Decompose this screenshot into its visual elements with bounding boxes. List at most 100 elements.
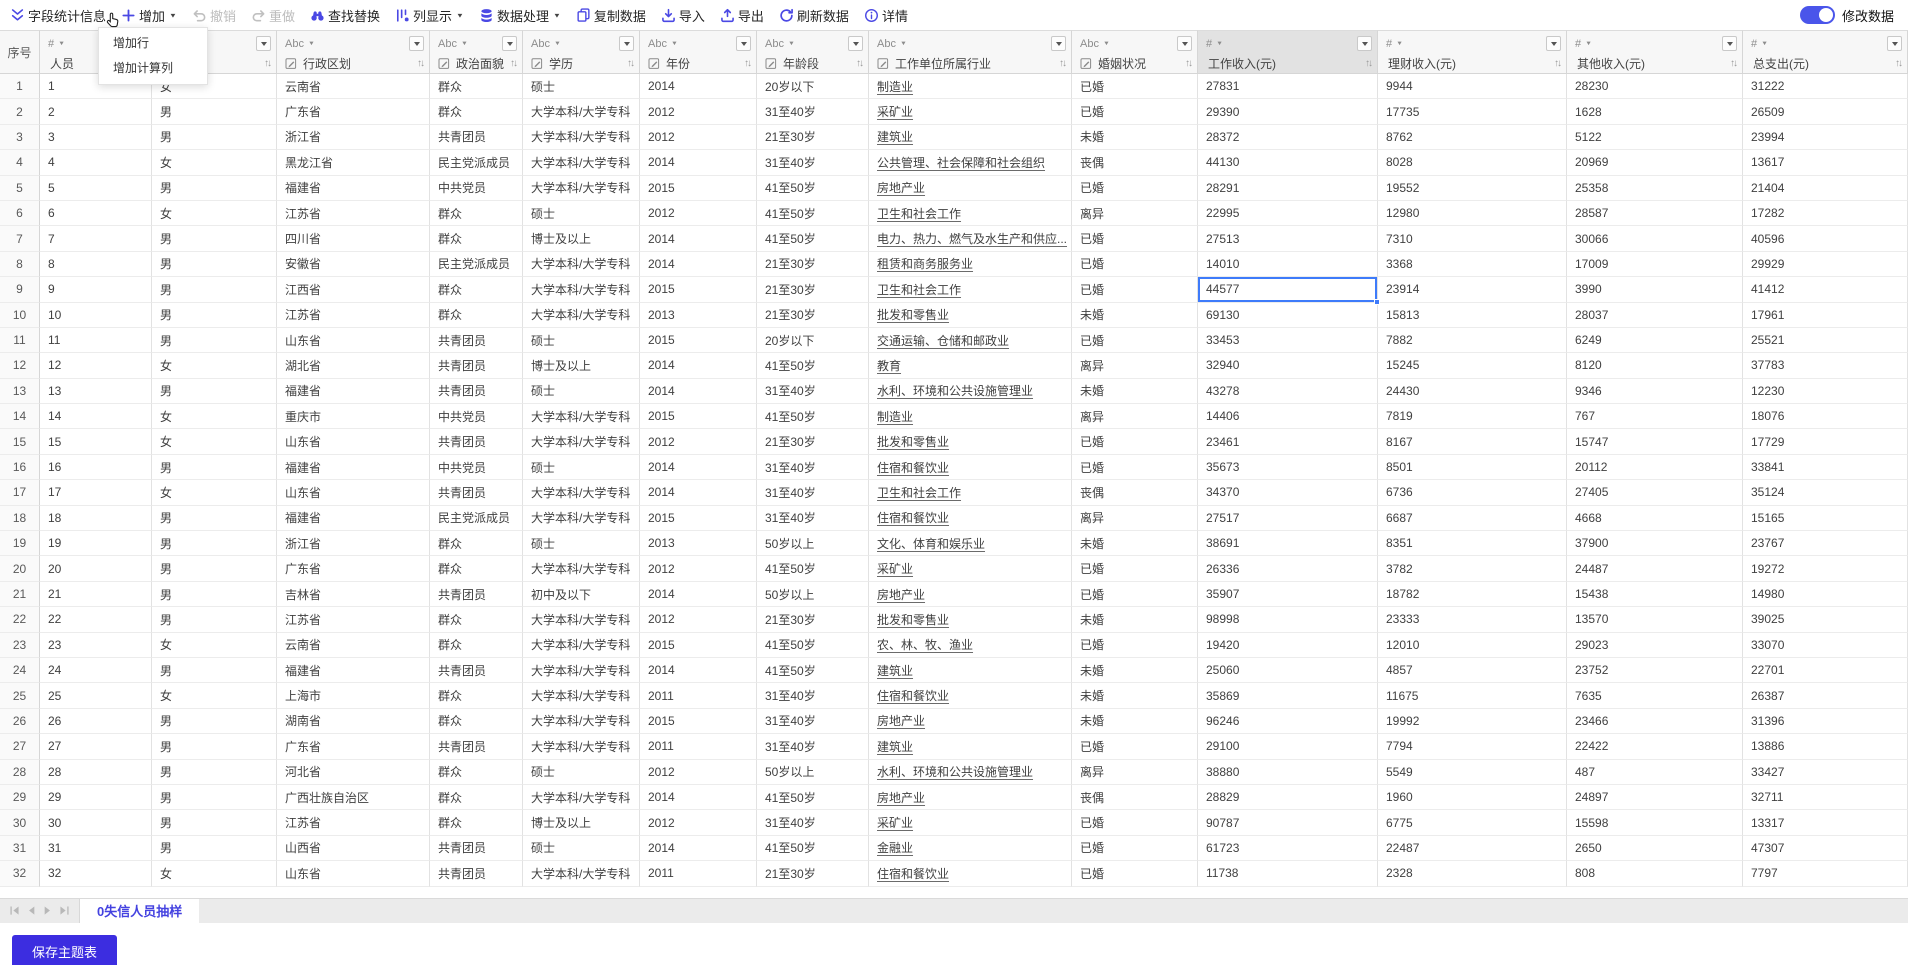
cell[interactable]: 硕士: [523, 74, 640, 100]
cell[interactable]: 浙江省: [277, 124, 430, 151]
cell[interactable]: 21至30岁: [757, 429, 869, 455]
cell[interactable]: 38880: [1198, 759, 1378, 785]
cell[interactable]: 共青团员: [430, 124, 523, 151]
row-number[interactable]: 5: [0, 175, 40, 201]
cell[interactable]: 41412: [1743, 277, 1908, 303]
cell[interactable]: 大学本科/大学专科: [523, 429, 640, 455]
cell[interactable]: 民主党派成员: [430, 251, 523, 278]
cell[interactable]: 山东省: [277, 480, 430, 506]
toolbar-item-copy-data[interactable]: 复制数据: [576, 6, 646, 25]
cell[interactable]: 35124: [1743, 480, 1908, 506]
cell[interactable]: 13617: [1743, 150, 1908, 176]
cell[interactable]: 2011: [640, 861, 757, 887]
row-number[interactable]: 28: [0, 759, 40, 785]
cell[interactable]: 云南省: [277, 632, 430, 658]
cell[interactable]: 2011: [640, 683, 757, 709]
cell[interactable]: 41至50岁: [757, 835, 869, 862]
cell[interactable]: 13570: [1567, 607, 1743, 633]
cell[interactable]: 31至40岁: [757, 150, 869, 176]
cell[interactable]: 38691: [1198, 531, 1378, 557]
cell[interactable]: 7794: [1378, 734, 1567, 760]
cell[interactable]: 14406: [1198, 404, 1378, 430]
cell[interactable]: 大学本科/大学专科: [523, 404, 640, 430]
column-header-工作单位所属行业[interactable]: Abc ▼ 工作单位所属行业 ↑↓: [869, 30, 1072, 74]
cell[interactable]: 河北省: [277, 759, 430, 785]
row-number[interactable]: 30: [0, 810, 40, 836]
cell[interactable]: 男: [152, 454, 277, 481]
cell[interactable]: 住宿和餐饮业: [869, 505, 1072, 532]
cell[interactable]: 2012: [640, 124, 757, 151]
cell[interactable]: 25060: [1198, 657, 1378, 684]
row-number[interactable]: 32: [0, 861, 40, 887]
column-header-总支出(元)[interactable]: # ▼ 总支出(元) ↑↓: [1743, 30, 1908, 74]
row-number[interactable]: 15: [0, 429, 40, 455]
cell[interactable]: 22487: [1378, 835, 1567, 862]
cell[interactable]: 19552: [1378, 175, 1567, 201]
cell[interactable]: 共青团员: [430, 657, 523, 684]
cell[interactable]: 公共管理、社会保障和社会组织: [869, 150, 1072, 176]
cell[interactable]: 6775: [1378, 810, 1567, 836]
cell[interactable]: 男: [152, 251, 277, 278]
cell[interactable]: 广西壮族自治区: [277, 784, 430, 811]
cell[interactable]: 15813: [1378, 302, 1567, 328]
cell[interactable]: 22995: [1198, 200, 1378, 227]
cell[interactable]: 25521: [1743, 327, 1908, 354]
cell[interactable]: 3: [40, 124, 152, 151]
row-number[interactable]: 12: [0, 353, 40, 379]
column-menu-button[interactable]: [1887, 36, 1902, 51]
cell[interactable]: 41至50岁: [757, 404, 869, 430]
cell[interactable]: 98998: [1198, 607, 1378, 633]
column-menu-button[interactable]: [1722, 36, 1737, 51]
cell[interactable]: 2014: [640, 454, 757, 481]
cell[interactable]: 硕士: [523, 327, 640, 354]
cell[interactable]: 共青团员: [430, 429, 523, 455]
cell[interactable]: 已婚: [1072, 251, 1198, 278]
cell[interactable]: 未婚: [1072, 531, 1198, 557]
cell[interactable]: 5549: [1378, 759, 1567, 785]
cell[interactable]: 共青团员: [430, 734, 523, 760]
column-header-年龄段[interactable]: Abc ▼ 年龄段 ↑↓: [757, 30, 869, 74]
cell[interactable]: 已婚: [1072, 632, 1198, 658]
cell[interactable]: 卫生和社会工作: [869, 200, 1072, 227]
cell[interactable]: 19: [40, 531, 152, 557]
cell[interactable]: 26509: [1743, 99, 1908, 125]
cell[interactable]: 20112: [1567, 454, 1743, 481]
cell[interactable]: 住宿和餐饮业: [869, 683, 1072, 709]
row-number[interactable]: 8: [0, 251, 40, 278]
cell[interactable]: 男: [152, 759, 277, 785]
cell[interactable]: 2650: [1567, 835, 1743, 862]
cell[interactable]: 26336: [1198, 556, 1378, 582]
cell[interactable]: 已婚: [1072, 327, 1198, 354]
cell[interactable]: 男: [152, 810, 277, 836]
cell[interactable]: 3368: [1378, 251, 1567, 278]
cell[interactable]: 群众: [430, 531, 523, 557]
cell[interactable]: 2015: [640, 327, 757, 354]
cell[interactable]: 已婚: [1072, 277, 1198, 303]
cell[interactable]: 共青团员: [430, 480, 523, 506]
cell[interactable]: 大学本科/大学专科: [523, 784, 640, 811]
cell[interactable]: 20: [40, 556, 152, 582]
cell[interactable]: 2012: [640, 759, 757, 785]
cell[interactable]: 44130: [1198, 150, 1378, 176]
cell[interactable]: 女: [152, 683, 277, 709]
column-header-政治面貌[interactable]: Abc ▼ 政治面貌 ↑↓: [430, 30, 523, 74]
cell[interactable]: 8762: [1378, 124, 1567, 151]
cell[interactable]: 大学本科/大学专科: [523, 683, 640, 709]
toolbar-item-refresh-data[interactable]: 刷新数据: [779, 6, 849, 25]
cell[interactable]: 50岁以上: [757, 581, 869, 608]
cell[interactable]: 中共党员: [430, 454, 523, 481]
cell[interactable]: 31至40岁: [757, 734, 869, 760]
cell[interactable]: 男: [152, 531, 277, 557]
cell[interactable]: 男: [152, 327, 277, 354]
cell[interactable]: 2012: [640, 99, 757, 125]
cell[interactable]: 已婚: [1072, 99, 1198, 125]
cell[interactable]: 32711: [1743, 784, 1908, 811]
cell[interactable]: 487: [1567, 759, 1743, 785]
cell[interactable]: 28372: [1198, 124, 1378, 151]
cell[interactable]: 15165: [1743, 505, 1908, 532]
cell[interactable]: 女: [152, 861, 277, 887]
cell[interactable]: 硕士: [523, 835, 640, 862]
cell[interactable]: 农、林、牧、渔业: [869, 632, 1072, 658]
cell[interactable]: 21至30岁: [757, 277, 869, 303]
cell[interactable]: 4668: [1567, 505, 1743, 532]
